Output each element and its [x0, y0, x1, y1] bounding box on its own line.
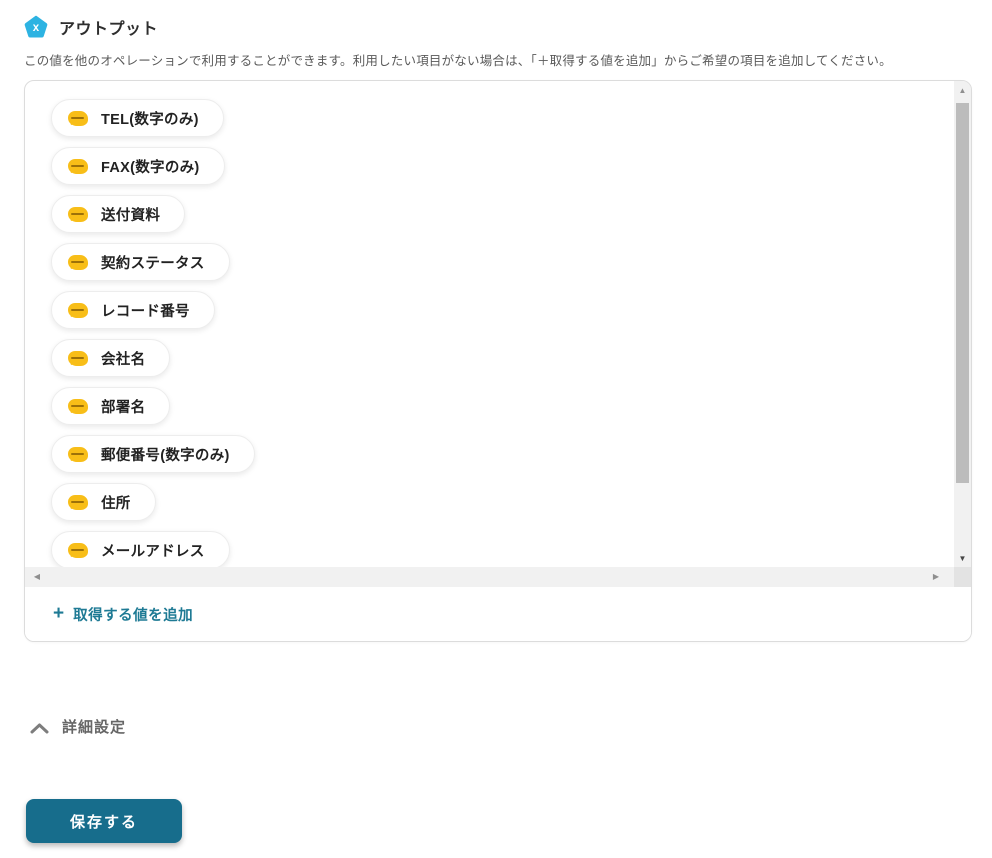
- app-tag-icon: [68, 446, 88, 462]
- output-chip[interactable]: 契約ステータス: [51, 243, 230, 281]
- save-button[interactable]: 保存する: [26, 799, 182, 843]
- horizontal-scrollbar[interactable]: ◀ ▶: [25, 567, 954, 587]
- output-chip-label: メールアドレス: [101, 543, 205, 560]
- output-chip-label: レコード番号: [101, 303, 190, 320]
- output-chip[interactable]: 郵便番号(数字のみ): [51, 435, 255, 473]
- app-tag-icon: [68, 302, 88, 318]
- app-tag-icon: [68, 398, 88, 414]
- output-chip[interactable]: TEL(数字のみ): [51, 99, 224, 137]
- app-tag-icon: [68, 206, 88, 222]
- output-chip-label: TEL(数字のみ): [101, 111, 199, 128]
- output-values-panel: TEL(数字のみ) FAX(数字のみ) 送付資料 契約ステータス レコード番号 …: [24, 80, 972, 642]
- output-chip-label: 郵便番号(数字のみ): [101, 447, 230, 464]
- output-chip[interactable]: メールアドレス: [51, 531, 230, 567]
- output-chip-label: 送付資料: [101, 207, 161, 224]
- output-chip-label: FAX(数字のみ): [101, 159, 200, 176]
- add-value-row: + 取得する値を追加: [25, 587, 971, 641]
- svg-text:x: x: [33, 22, 40, 34]
- output-chip-list: TEL(数字のみ) FAX(数字のみ) 送付資料 契約ステータス レコード番号 …: [25, 81, 954, 567]
- output-chip-label: 会社名: [101, 351, 146, 368]
- scrollbar-corner: [954, 567, 971, 587]
- output-chip-label: 部署名: [101, 399, 146, 416]
- output-chip[interactable]: レコード番号: [51, 291, 215, 329]
- app-tag-icon: [68, 494, 88, 510]
- advanced-settings-toggle[interactable]: 詳細設定: [30, 716, 126, 737]
- output-settings-page: x アウトプット この値を他のオペレーションで利用することができます。利用したい…: [0, 0, 992, 843]
- output-chip[interactable]: 送付資料: [51, 195, 186, 233]
- app-tag-icon: [68, 350, 88, 366]
- page-title: アウトプット: [59, 21, 159, 38]
- app-tag-icon: [68, 110, 88, 126]
- output-section-header: x アウトプット: [24, 13, 972, 41]
- app-tag-icon: [68, 542, 88, 558]
- output-scroll-area: TEL(数字のみ) FAX(数字のみ) 送付資料 契約ステータス レコード番号 …: [25, 81, 971, 587]
- scroll-down-icon[interactable]: ▼: [954, 551, 971, 567]
- scroll-up-icon[interactable]: ▲: [954, 83, 971, 99]
- scroll-right-icon[interactable]: ▶: [928, 567, 944, 587]
- output-chip-label: 契約ステータス: [101, 255, 205, 272]
- chevron-up-icon: [30, 721, 49, 734]
- output-chip[interactable]: 会社名: [51, 339, 171, 377]
- plus-icon: +: [53, 602, 65, 624]
- output-chip-label: 住所: [101, 495, 131, 512]
- output-chip[interactable]: 部署名: [51, 387, 171, 425]
- vertical-scrollbar-thumb[interactable]: [956, 103, 969, 483]
- add-value-button[interactable]: + 取得する値を追加: [53, 604, 193, 625]
- vertical-scrollbar[interactable]: ▲ ▼: [954, 81, 971, 567]
- scroll-left-icon[interactable]: ◀: [29, 567, 45, 587]
- app-tag-icon: [68, 158, 88, 174]
- app-tag-icon: [68, 254, 88, 270]
- output-chip[interactable]: FAX(数字のみ): [51, 147, 225, 185]
- output-description: この値を他のオペレーションで利用することができます。利用したい項目がない場合は、…: [24, 54, 892, 68]
- output-chip[interactable]: 住所: [51, 483, 156, 521]
- output-pentagon-icon: x: [24, 15, 48, 39]
- add-value-label: 取得する値を追加: [73, 607, 194, 624]
- advanced-settings-label: 詳細設定: [62, 719, 127, 736]
